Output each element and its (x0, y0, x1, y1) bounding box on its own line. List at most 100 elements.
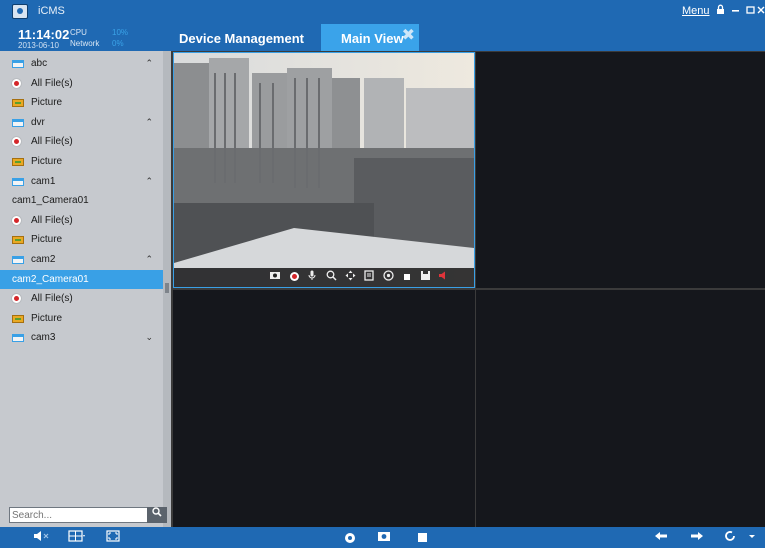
tree-item-label: Picture (31, 155, 63, 167)
panel-splitter[interactable] (163, 51, 171, 527)
tree-item-label: cam2_Camera01 (12, 273, 89, 285)
stop-icon[interactable] (400, 270, 414, 284)
tree-item-label: All File(s) (31, 77, 73, 89)
microphone-icon[interactable] (305, 270, 319, 284)
title-bar: iCMS Menu (0, 0, 765, 24)
system-status: 11:14:02 2013-06-10 CPU 10% Network 0% (0, 24, 171, 51)
record-icon[interactable] (287, 270, 301, 284)
close-tab-icon[interactable]: ✖ (402, 21, 415, 51)
video-pane-3[interactable] (173, 290, 475, 527)
previous-icon[interactable] (652, 530, 670, 546)
tree-item-picture[interactable]: Picture (0, 152, 163, 172)
tree-item-record[interactable]: All File(s) (0, 74, 163, 94)
tree-item-channel-selected[interactable]: cam2_Camera01 (0, 269, 163, 290)
tree-item-label: Picture (31, 97, 63, 109)
snapshot-all-icon[interactable] (375, 530, 393, 546)
network-value: 0% (112, 39, 124, 48)
maximize-icon[interactable] (744, 4, 756, 18)
tree-item-device[interactable]: cam2 ⌃ (0, 250, 163, 270)
tree-item-device[interactable]: cam1 ⌃ (0, 172, 163, 192)
tree-item-label: cam3 (31, 332, 56, 344)
cpu-value: 10% (112, 28, 129, 37)
tree-item-label: cam1_Camera01 (12, 195, 89, 207)
bottom-toolbar (0, 527, 765, 548)
tree-item-picture[interactable]: Picture (0, 309, 163, 329)
fullscreen-icon[interactable] (104, 530, 122, 546)
close-window-icon[interactable] (757, 4, 765, 18)
chevron-up-icon[interactable]: ⌃ (145, 54, 153, 74)
chevron-up-icon[interactable]: ⌃ (145, 172, 153, 192)
lock-icon[interactable] (714, 4, 726, 18)
splitter-grip-icon[interactable] (165, 283, 169, 293)
picture-icon (12, 236, 24, 245)
clock-time: 11:14:02 (18, 27, 70, 42)
tree-item-label: abc (31, 58, 48, 69)
tree-item-record[interactable]: All File(s) (0, 289, 163, 309)
clock-date: 2013-06-10 (18, 41, 59, 50)
tab-main-view[interactable]: Main View ✖ (321, 24, 419, 51)
record-icon (12, 137, 21, 147)
device-icon (12, 334, 24, 343)
chevron-down-icon[interactable]: ⌄ (145, 328, 153, 348)
network-label: Network (70, 39, 100, 48)
app-logo-icon (12, 4, 28, 19)
next-icon[interactable] (688, 530, 706, 546)
tree-item-channel[interactable]: cam1_Camera01 (0, 191, 163, 211)
tree-item-device[interactable]: abc ⌃ (0, 54, 163, 74)
search-icon[interactable] (147, 507, 167, 523)
chevron-up-icon[interactable]: ⌃ (145, 250, 153, 270)
tab-device-management[interactable]: Device Management (179, 24, 319, 51)
picture-icon (12, 314, 24, 323)
tree-item-record[interactable]: All File(s) (0, 211, 163, 231)
cpu-label: CPU (70, 28, 87, 37)
video-toolbar (174, 268, 474, 287)
record-icon (12, 294, 21, 304)
dropdown-icon[interactable] (746, 530, 758, 546)
info-icon[interactable] (362, 270, 376, 284)
tree-item-label: Picture (31, 234, 63, 246)
video-pane-1[interactable] (173, 52, 475, 288)
menu-link[interactable]: Menu (682, 5, 710, 17)
tree-item-label: All File(s) (31, 214, 73, 226)
device-tree: abc ⌃ All File(s) Picture dvr ⌃ All File(s… (0, 54, 163, 348)
tree-item-device[interactable]: dvr ⌃ (0, 113, 163, 133)
chevron-up-icon[interactable]: ⌃ (145, 113, 153, 133)
ptz-icon[interactable] (343, 270, 357, 284)
volume-icon[interactable] (32, 530, 52, 546)
picture-icon (12, 99, 24, 108)
tab-bar: Device Management Main View ✖ (171, 24, 765, 51)
zoom-icon[interactable] (324, 270, 338, 284)
refresh-icon[interactable] (722, 530, 738, 546)
device-icon (12, 177, 24, 186)
camera-feed-image (174, 53, 474, 287)
search-box (9, 507, 167, 523)
tree-item-label: cam2 (31, 253, 56, 265)
search-input[interactable] (12, 508, 144, 522)
tree-item-label: cam1 (31, 175, 56, 187)
tree-item-record[interactable]: All File(s) (0, 132, 163, 152)
audio-icon[interactable] (436, 270, 450, 284)
snapshot-icon[interactable] (268, 270, 282, 284)
video-pane-4[interactable] (476, 290, 765, 527)
record-all-icon[interactable] (341, 530, 359, 546)
save-icon[interactable] (418, 270, 432, 284)
tree-item-device[interactable]: cam3 ⌄ (0, 328, 163, 348)
minimize-icon[interactable] (729, 4, 741, 18)
tree-item-picture[interactable]: Picture (0, 93, 163, 113)
device-tree-panel: abc ⌃ All File(s) Picture dvr ⌃ All File(s… (0, 51, 171, 527)
device-icon (12, 255, 24, 264)
device-icon (12, 118, 24, 127)
tree-item-label: Picture (31, 312, 63, 324)
tree-item-label: All File(s) (31, 136, 73, 148)
record-icon (12, 78, 21, 88)
tree-item-picture[interactable]: Picture (0, 230, 163, 250)
tree-item-label: dvr (31, 116, 45, 128)
video-pane-2[interactable] (476, 52, 765, 288)
record-icon (12, 215, 21, 225)
layout-icon[interactable] (67, 530, 87, 546)
stop-all-icon[interactable] (413, 530, 431, 546)
video-grid (171, 51, 765, 527)
fisheye-icon[interactable] (381, 270, 395, 284)
tree-item-label: All File(s) (31, 293, 73, 305)
device-icon (12, 60, 24, 68)
